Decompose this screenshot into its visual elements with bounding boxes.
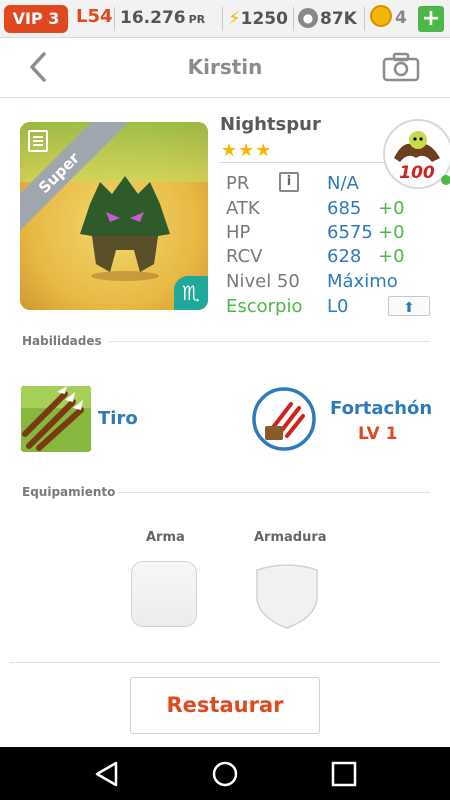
zodiac-upgrade-button[interactable]: ⬆ bbox=[388, 296, 430, 316]
list-icon bbox=[28, 130, 48, 152]
paw-counter[interactable]: ● 87K bbox=[298, 8, 357, 29]
divider bbox=[293, 7, 294, 31]
restore-button[interactable]: Restaurar bbox=[130, 677, 320, 734]
arrows-skill-icon[interactable] bbox=[21, 386, 91, 452]
add-coins-button[interactable]: + bbox=[418, 6, 444, 32]
system-navigation-bar bbox=[0, 747, 450, 800]
power-rating-value: 16.276 bbox=[120, 8, 186, 28]
skill-name-fortachon: Fortachón bbox=[330, 398, 433, 419]
divider bbox=[222, 7, 223, 31]
skill-name-tiro: Tiro bbox=[98, 408, 138, 429]
stat-hp-label: HP bbox=[226, 222, 251, 243]
paw-value: 87K bbox=[320, 9, 357, 29]
resource-bar: VIP 3 L54 16.276 PR ⚡1250 ● 87K 4 + bbox=[0, 0, 450, 38]
vip-badge[interactable]: VIP 3 bbox=[4, 5, 68, 33]
stat-rcv-label: RCV bbox=[226, 246, 263, 267]
stat-pr-label: PR bbox=[226, 173, 250, 194]
nav-back-icon[interactable] bbox=[92, 759, 122, 789]
star-rating: ★★★ bbox=[221, 140, 273, 161]
weapon-label: Arma bbox=[146, 530, 185, 545]
divider bbox=[118, 492, 430, 493]
paw-icon: ● bbox=[298, 8, 318, 28]
trophy-emblem-icon[interactable]: 100 bbox=[380, 118, 450, 198]
energy-counter[interactable]: ⚡1250 bbox=[228, 8, 288, 29]
divider bbox=[10, 662, 440, 663]
coin-icon bbox=[370, 5, 392, 27]
monster-image bbox=[80, 176, 170, 281]
nav-recents-icon[interactable] bbox=[329, 759, 359, 789]
stat-level-value: Máximo bbox=[327, 271, 398, 292]
claw-skill-icon[interactable] bbox=[251, 386, 317, 452]
page-header: Kirstin bbox=[0, 38, 450, 98]
coin-value: 4 bbox=[395, 8, 407, 28]
stat-zodiac-label: Escorpio bbox=[226, 296, 303, 317]
stat-atk-value: 685 bbox=[327, 198, 362, 219]
equipment-heading: Equipamiento bbox=[22, 485, 116, 499]
coin-counter[interactable]: 4 bbox=[370, 5, 407, 28]
emblem-badge-text: 100 bbox=[399, 163, 435, 183]
power-rating-unit: PR bbox=[188, 13, 206, 26]
stat-zodiac-value: L0 bbox=[327, 296, 349, 317]
stat-atk-label: ATK bbox=[226, 198, 260, 219]
weapon-slot[interactable] bbox=[131, 561, 197, 627]
stat-hp-value: 6575 bbox=[327, 222, 373, 243]
player-level: L54 bbox=[76, 6, 113, 27]
stat-atk-bonus: +0 bbox=[378, 198, 405, 219]
energy-value: 1250 bbox=[240, 9, 288, 29]
stat-rcv-value: 628 bbox=[327, 246, 362, 267]
abilities-heading: Habilidades bbox=[22, 334, 102, 348]
divider bbox=[114, 7, 115, 31]
stat-level-label: Nivel 50 bbox=[226, 271, 300, 292]
divider bbox=[364, 7, 365, 31]
skill-level: LV 1 bbox=[358, 424, 398, 444]
up-arrow-icon: ⬆ bbox=[403, 300, 415, 316]
stat-rcv-bonus: +0 bbox=[378, 246, 405, 267]
armor-slot[interactable] bbox=[254, 560, 320, 630]
divider bbox=[220, 162, 400, 163]
monster-portrait[interactable]: Super ♏ bbox=[20, 122, 208, 310]
armor-label: Armadura bbox=[254, 530, 327, 545]
scorpio-icon: ♏ bbox=[174, 276, 208, 310]
camera-icon[interactable] bbox=[382, 52, 420, 82]
power-rating: 16.276 PR bbox=[120, 8, 205, 28]
divider bbox=[108, 341, 430, 342]
monster-name: Nightspur bbox=[220, 114, 321, 135]
info-icon[interactable]: i bbox=[279, 172, 299, 192]
stat-pr-value: N/A bbox=[327, 173, 359, 194]
nav-home-icon[interactable] bbox=[210, 759, 240, 789]
bolt-icon: ⚡ bbox=[228, 8, 241, 29]
stat-hp-bonus: +0 bbox=[378, 222, 405, 243]
